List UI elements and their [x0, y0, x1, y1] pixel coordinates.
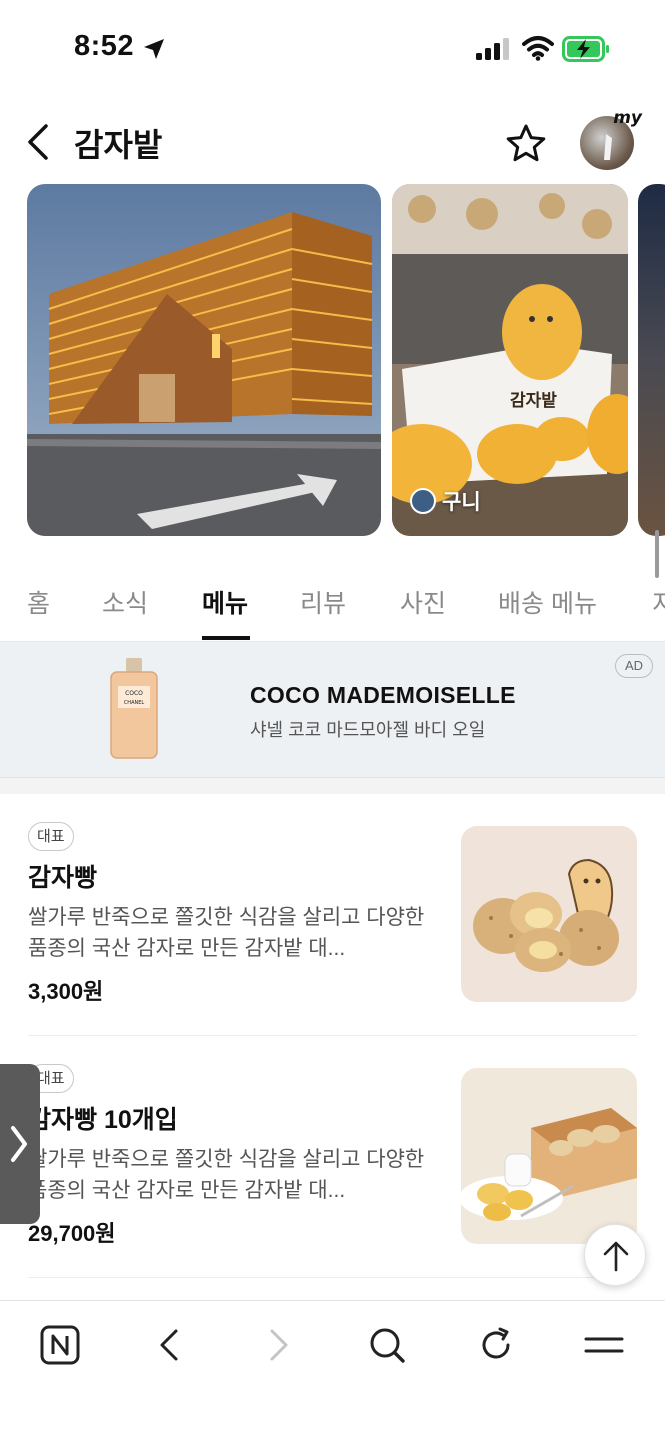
- header: 감자밭 my: [0, 100, 665, 184]
- ad-badge[interactable]: AD: [615, 654, 653, 678]
- tab-photo[interactable]: 사진: [400, 584, 446, 620]
- svg-text:감자밭: 감자밭: [510, 391, 557, 411]
- menu-item-photo[interactable]: [461, 1068, 637, 1244]
- perfume-bottle-image: COCO CHANEL: [110, 658, 158, 759]
- menu-item-price: 3,300원: [28, 979, 104, 1004]
- tab-menu[interactable]: 메뉴: [202, 584, 248, 620]
- browser-back-button[interactable]: [148, 1323, 192, 1367]
- credit-name: 구니: [442, 491, 481, 514]
- wifi-icon: [522, 36, 554, 61]
- menu-item-photo[interactable]: [461, 826, 637, 1002]
- naver-home-button[interactable]: [38, 1323, 82, 1367]
- ad-title: COCO MADEMOISELLE: [250, 682, 516, 708]
- side-drawer-tab[interactable]: [0, 1064, 40, 1224]
- battery-charging-icon: [562, 36, 609, 62]
- naver-n-icon: [40, 1325, 80, 1365]
- hamburger-menu-icon: [584, 1337, 624, 1353]
- menu-item-description: 쌀가루 반죽으로 쫄깃한 식감을 살리고 다양한 품종의 국산 감자로 만든 감…: [28, 906, 425, 960]
- back-button[interactable]: [22, 120, 58, 164]
- section-tabs: 홈 소식 메뉴 리뷰 사진 배송 메뉴 지: [0, 566, 665, 642]
- avatar-my-badge: my: [613, 108, 642, 128]
- search-icon: [370, 1328, 405, 1363]
- status-time: 8:52: [74, 30, 135, 62]
- photo-gallery[interactable]: 감자밭 구니: [0, 184, 665, 536]
- menu-item-price: 29,700원: [28, 1221, 116, 1246]
- favorite-star-button[interactable]: [504, 122, 548, 166]
- browser-toolbar: [0, 1300, 665, 1440]
- menu-item-name: 감자빵 10개입: [28, 1106, 178, 1134]
- bottle-label-chanel: CHANEL: [124, 700, 145, 706]
- tab-review[interactable]: 리뷰: [300, 584, 346, 620]
- refresh-button[interactable]: [474, 1323, 518, 1367]
- menu-item[interactable]: 대표 감자빵 10개입 쌀가루 반죽으로 쫄깃한 식감을 살리고 다양한 품종의…: [0, 1036, 665, 1278]
- page-title: 감자밭: [74, 127, 163, 163]
- chevron-left-icon: [160, 1329, 178, 1361]
- search-button[interactable]: [365, 1323, 409, 1367]
- arrow-up-icon: [603, 1241, 629, 1272]
- photo-next-peek[interactable]: [638, 184, 665, 536]
- ad-banner[interactable]: COCO CHANEL COCO MADEMOISELLE 샤넬 코코 마드모아…: [0, 642, 665, 778]
- active-tab-underline: [202, 636, 250, 640]
- refresh-icon: [482, 1327, 510, 1359]
- chevron-right-icon: [270, 1329, 288, 1361]
- menu-button[interactable]: [582, 1323, 626, 1367]
- menu-item[interactable]: 대표 감자빵 쌀가루 반죽으로 쫄깃한 식감을 살리고 다양한 품종의 국산 감…: [0, 794, 665, 1036]
- menu-item-name: 감자빵: [28, 864, 98, 892]
- tab-next[interactable]: 지: [652, 584, 665, 620]
- tab-news[interactable]: 소식: [102, 584, 148, 620]
- section-gap: [0, 778, 665, 794]
- ad-subtitle: 샤넬 코코 마드모아젤 바디 오일: [250, 720, 486, 740]
- tab-home[interactable]: 홈: [27, 584, 50, 620]
- chevron-right-icon: [11, 1126, 27, 1162]
- photo-store-exterior[interactable]: [27, 184, 381, 536]
- browser-forward-button[interactable]: [256, 1323, 300, 1367]
- credit-avatar: [410, 488, 436, 514]
- scroll-to-top-button[interactable]: [584, 1224, 646, 1286]
- location-arrow-icon: [144, 39, 164, 59]
- status-bar: 8:52: [0, 0, 665, 100]
- my-profile-button[interactable]: my: [578, 108, 642, 174]
- tab-delivery-menu[interactable]: 배송 메뉴: [498, 584, 597, 620]
- photo-credit: 구니: [410, 486, 481, 516]
- cellular-signal-icon: [476, 38, 509, 60]
- photo-potato-character[interactable]: 감자밭 구니: [392, 184, 628, 536]
- divider: [28, 1277, 637, 1278]
- menu-item-description: 쌀가루 반죽으로 쫄깃한 식감을 살리고 다양한 품종의 국산 감자로 만든 감…: [28, 1148, 425, 1202]
- bottle-label-coco: COCO: [125, 690, 143, 697]
- representative-badge: 대표: [28, 822, 74, 851]
